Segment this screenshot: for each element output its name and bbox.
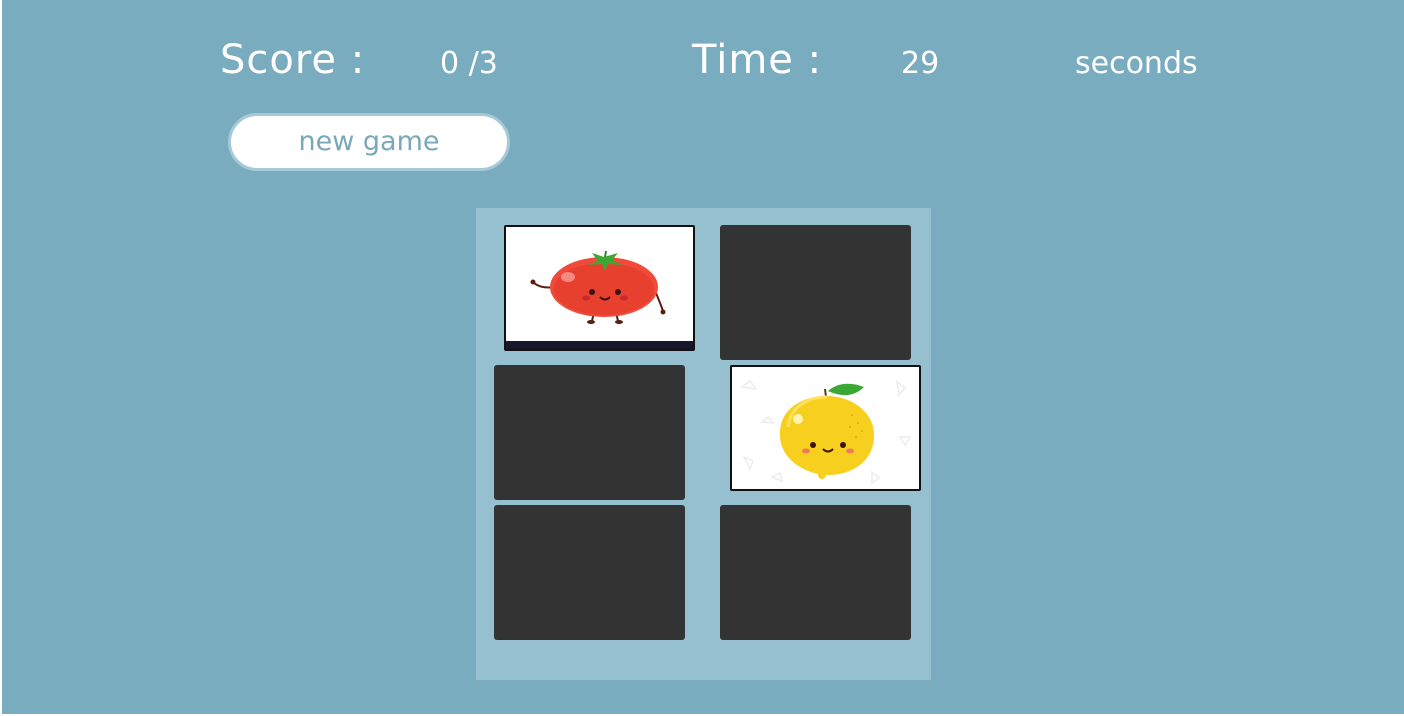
card-2[interactable] [720, 225, 911, 360]
card-board [476, 208, 931, 680]
tomato-icon [506, 227, 693, 349]
lemon-icon [732, 367, 919, 489]
card-6[interactable] [720, 505, 911, 640]
card-5[interactable] [494, 505, 685, 640]
score-label: Score : [220, 37, 366, 83]
card-4[interactable] [730, 365, 921, 491]
time-label: Time : [692, 37, 823, 83]
time-unit: seconds [1075, 46, 1198, 81]
card-1[interactable] [504, 225, 695, 351]
game-screen: Score : 0 /3 Time : 29 seconds new game [2, 0, 1404, 714]
new-game-button[interactable]: new game [228, 113, 510, 171]
time-value: 29 [901, 46, 940, 81]
score-value: 0 /3 [440, 46, 498, 81]
card-3[interactable] [494, 365, 685, 500]
